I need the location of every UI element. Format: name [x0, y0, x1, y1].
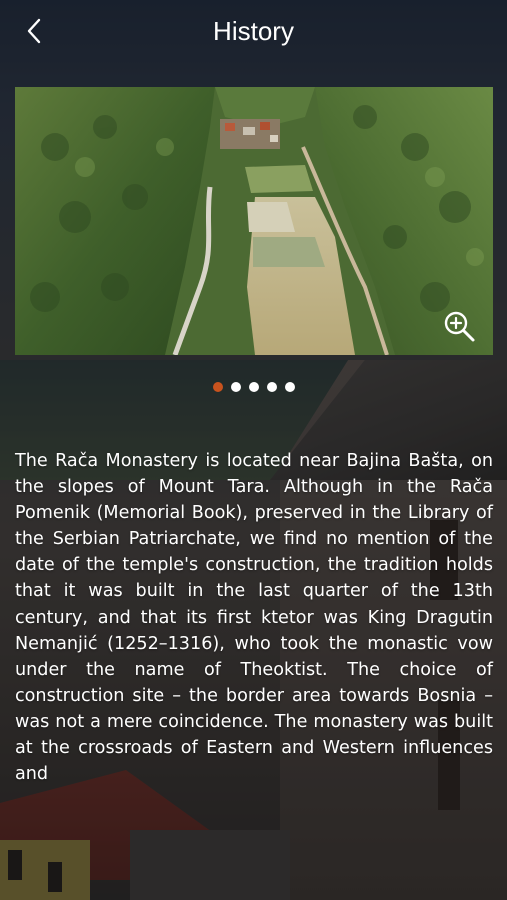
carousel-dot-2[interactable] — [230, 382, 241, 392]
zoom-button[interactable] — [442, 309, 476, 343]
carousel-dot-4[interactable] — [266, 382, 277, 392]
carousel-pagination — [0, 382, 507, 392]
history-screen: History The Rača Monastery is located ne… — [0, 0, 507, 900]
history-body-text: The Rača Monastery is located near Bajin… — [15, 451, 493, 785]
aerial-valley-photo — [15, 87, 493, 355]
page-title: History — [213, 16, 294, 46]
carousel-dot-3[interactable] — [248, 382, 259, 392]
carousel-dot-5[interactable] — [284, 382, 295, 392]
zoom-in-icon — [444, 311, 475, 342]
app-header: History — [0, 0, 507, 62]
hero-image[interactable] — [15, 87, 493, 355]
carousel-dot-1[interactable] — [212, 382, 223, 392]
